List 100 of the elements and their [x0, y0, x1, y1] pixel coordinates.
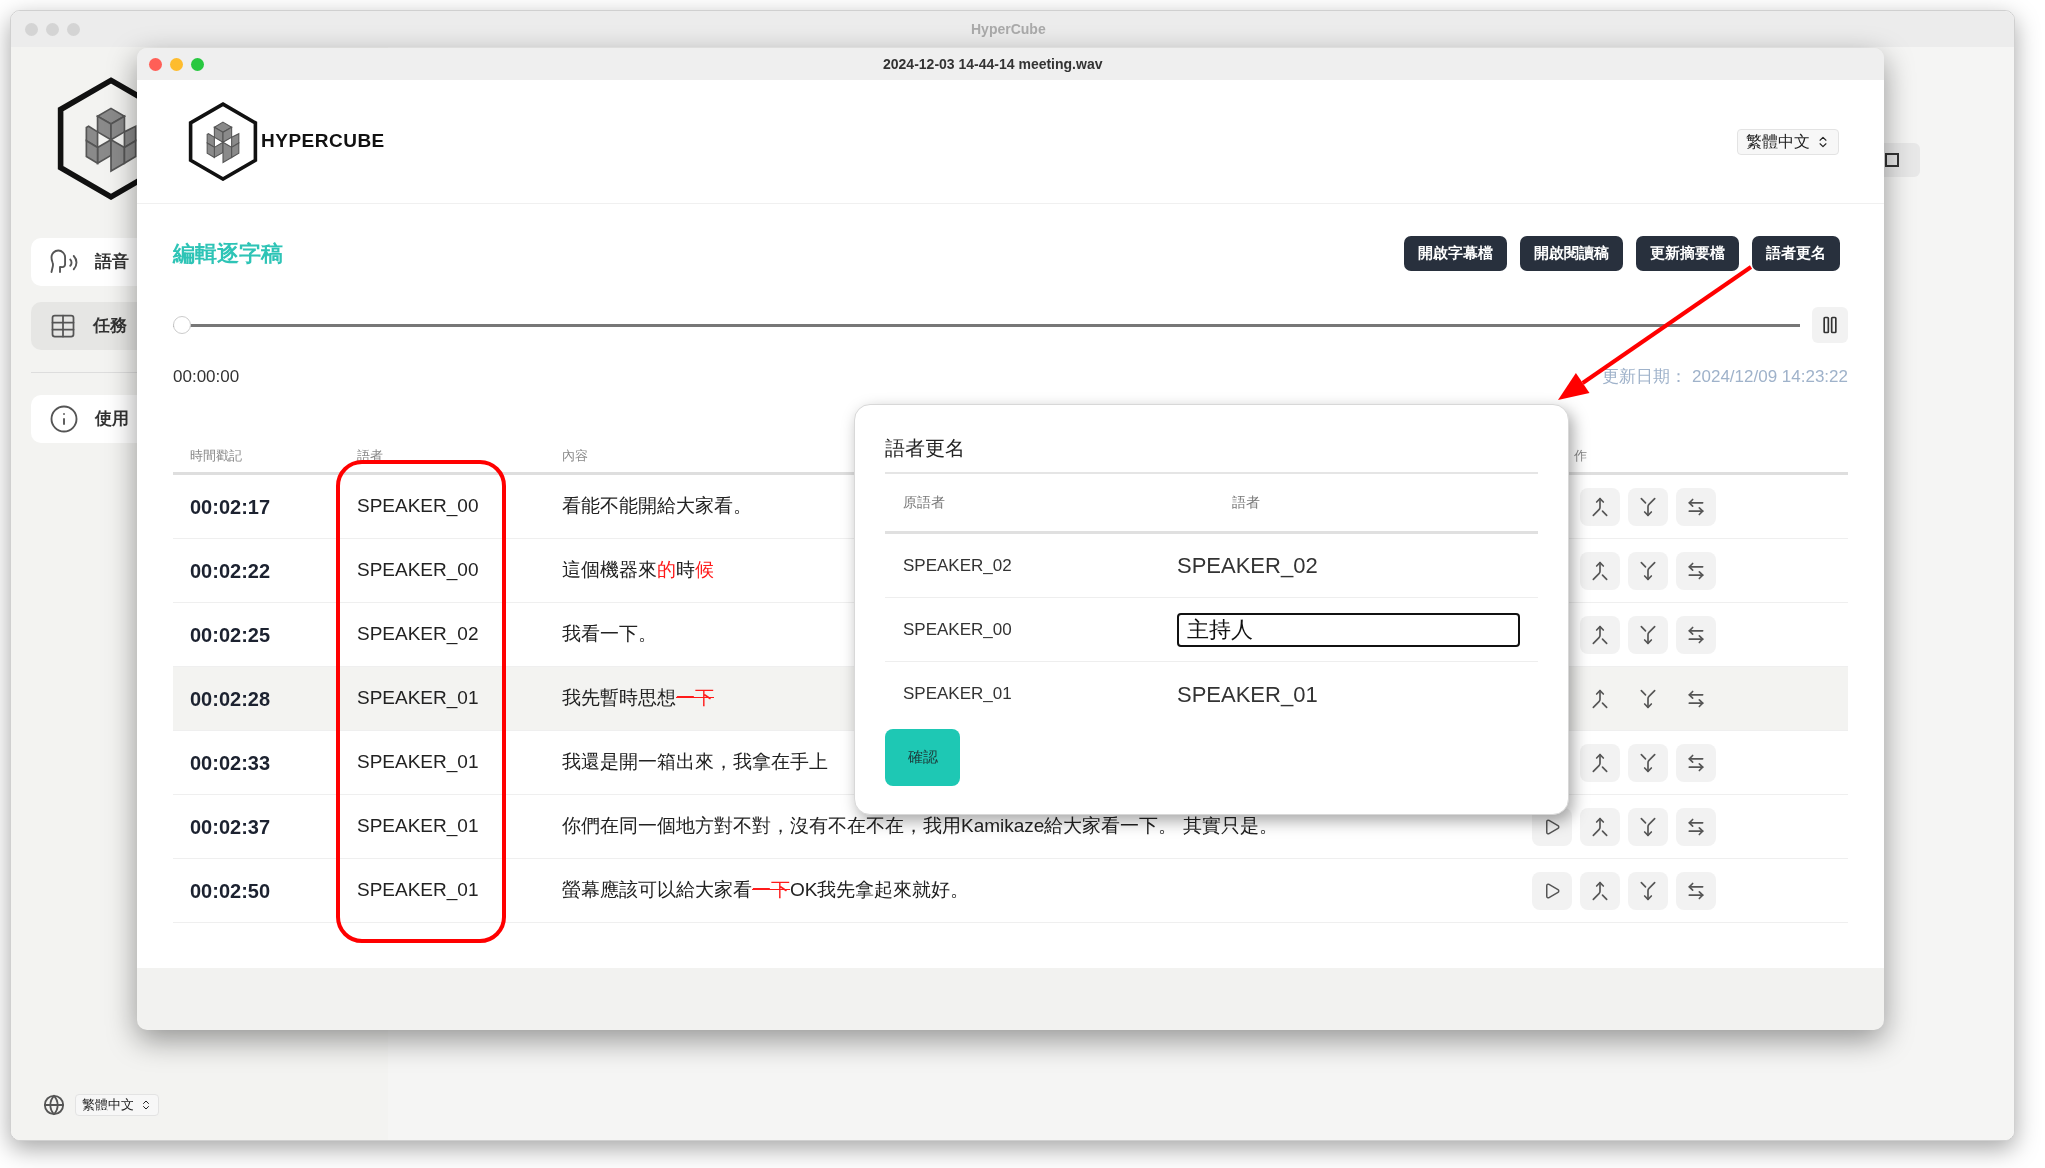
pause-icon: [1820, 315, 1840, 335]
merge-down-icon: [1638, 688, 1658, 709]
timestamp: 00:02:37: [189, 814, 271, 840]
toolbar-button[interactable]: [1883, 143, 1920, 177]
column-header: 語者: [1231, 493, 1260, 512]
merge-down-icon: [1638, 752, 1658, 773]
up-down-chevron-icon: [140, 1099, 152, 1111]
timestamp: 00:02:22: [189, 558, 271, 584]
column-header: 作: [1573, 446, 1587, 465]
original-speaker: SPEAKER_01: [902, 683, 1012, 706]
language-select[interactable]: 繁體中文: [1737, 128, 1839, 155]
play-button[interactable]: [1532, 871, 1572, 910]
square-icon: [1885, 153, 1899, 167]
transcript-text: 看能不能開給大家看。: [561, 494, 752, 519]
merge-down-button[interactable]: [1628, 871, 1668, 910]
seek-thumb[interactable]: [173, 316, 191, 334]
sidebar-item[interactable]: 使用: [31, 395, 138, 444]
transcript-text: 我看一下。: [561, 622, 657, 647]
speaker-name: SPEAKER_02: [356, 622, 479, 647]
split-button[interactable]: [1676, 551, 1716, 590]
merge-up-button[interactable]: [1580, 807, 1620, 846]
toolbar-button[interactable]: 語者更名: [1752, 235, 1840, 271]
speaker-name: SPEAKER_01: [356, 814, 479, 839]
merge-down-button[interactable]: [1628, 807, 1668, 846]
split-button[interactable]: [1676, 807, 1716, 846]
seek-slider[interactable]: [173, 316, 1800, 334]
language-select[interactable]: 繁體中文: [75, 1094, 159, 1116]
split-button[interactable]: [1676, 487, 1716, 526]
merge-up-button[interactable]: [1580, 487, 1620, 526]
merge-up-button[interactable]: [1580, 871, 1620, 910]
speaker-name: SPEAKER_02: [1177, 552, 1318, 580]
toolbar-button[interactable]: 開啟字幕檔: [1404, 235, 1507, 271]
speaker-name: SPEAKER_01: [356, 878, 479, 903]
transcript-text: 螢幕應該可以給大家看一下OK我先拿起來就好。: [561, 878, 970, 903]
confirm-button[interactable]: 確認: [885, 729, 960, 786]
speaker-name: SPEAKER_00: [356, 494, 479, 519]
merge-up-button[interactable]: [1580, 615, 1620, 654]
sidebar-item[interactable]: 語音: [31, 238, 138, 287]
merge-down-icon: [1638, 560, 1658, 581]
split-button[interactable]: [1676, 871, 1716, 910]
window-title: HyperCube: [971, 19, 1046, 39]
current-time: 00:00:00: [173, 366, 240, 389]
column-header: 內容: [561, 446, 588, 465]
speaker-name: SPEAKER_00: [356, 558, 479, 583]
last-updated: 更新日期： 2024/12/09 14:23:22: [1602, 366, 1848, 389]
merge-up-icon: [1590, 880, 1610, 901]
transcript-text: 這個機器來的時候: [561, 558, 714, 583]
left-right-arrow-icon: [1686, 496, 1706, 517]
play-icon: [1543, 817, 1561, 836]
toolbar-button[interactable]: 開啟閱讀稿: [1520, 235, 1623, 271]
merge-down-button[interactable]: [1628, 551, 1668, 590]
sidebar-item[interactable]: 任務: [31, 302, 138, 351]
timestamp: 00:02:28: [189, 686, 271, 712]
merge-down-icon: [1638, 496, 1658, 517]
left-right-arrow-icon: [1686, 688, 1706, 709]
left-right-arrow-icon: [1686, 560, 1706, 581]
dialog-title: 語者更名: [885, 436, 965, 461]
play-icon: [1543, 881, 1561, 900]
left-right-arrow-icon: [1686, 816, 1706, 837]
timestamp: 00:02:50: [189, 878, 271, 904]
merge-down-button[interactable]: [1628, 615, 1668, 654]
original-speaker: SPEAKER_00: [902, 618, 1012, 641]
merge-down-button[interactable]: [1628, 743, 1668, 782]
merge-up-icon: [1590, 496, 1610, 517]
original-speaker: SPEAKER_02: [902, 554, 1012, 577]
split-button[interactable]: [1676, 743, 1716, 782]
speaker-name-field[interactable]: 主持人: [1177, 612, 1520, 647]
speaker-name: SPEAKER_01: [356, 750, 479, 775]
transcript-text: 我還是開一箱出來，我拿在手上: [561, 750, 828, 775]
merge-up-button[interactable]: [1580, 743, 1620, 782]
info-icon: [49, 404, 79, 435]
merge-up-icon: [1590, 688, 1610, 709]
logo-text: HYPERCUBE: [261, 129, 385, 154]
window-title: 2024-12-03 14-44-14 meeting.wav: [883, 54, 1103, 74]
merge-up-icon: [1590, 816, 1610, 837]
speaker-name: SPEAKER_01: [356, 686, 479, 711]
merge-down-icon: [1638, 624, 1658, 645]
timestamp: 00:02:17: [189, 494, 271, 520]
toolbar-button[interactable]: 更新摘要檔: [1636, 235, 1739, 271]
split-button[interactable]: [1676, 615, 1716, 654]
timestamp: 00:02:33: [189, 750, 271, 776]
merge-up-icon: [1590, 752, 1610, 773]
merge-down-icon: [1638, 816, 1658, 837]
left-right-arrow-icon: [1686, 624, 1706, 645]
page-title: 編輯逐字稿: [173, 239, 283, 268]
timestamp: 00:02:25: [189, 622, 271, 648]
speaker-name: SPEAKER_01: [1177, 680, 1318, 709]
pause-button[interactable]: [1812, 307, 1848, 343]
transcript-text: 我先暫時思想一下: [561, 686, 714, 711]
transcript-text: 你們在同一個地方對不對，沒有不在不在，我用Kamikaze給大家看一下。 其實只是。: [561, 814, 1278, 839]
column-header: 原語者: [902, 493, 945, 512]
merge-down-icon: [1638, 880, 1658, 901]
left-right-arrow-icon: [1686, 880, 1706, 901]
merge-up-button[interactable]: [1580, 551, 1620, 590]
merge-up-icon: [1590, 624, 1610, 645]
cube-logo-icon: [187, 101, 259, 182]
left-right-arrow-icon: [1686, 752, 1706, 773]
column-header: 時間戳記: [189, 446, 242, 465]
globe-icon: [43, 1094, 65, 1116]
merge-down-button[interactable]: [1628, 487, 1668, 526]
